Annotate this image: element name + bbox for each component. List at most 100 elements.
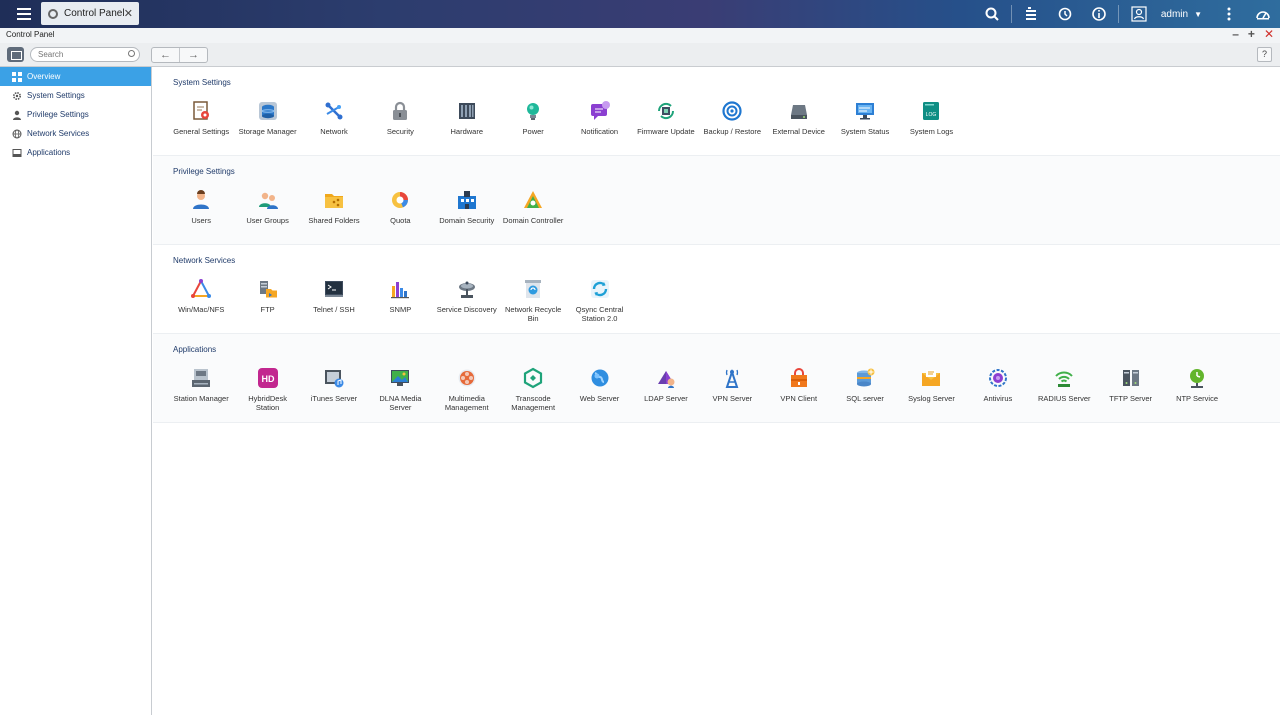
app-ntp-service[interactable]: NTP Service: [1164, 367, 1230, 412]
app-system-status[interactable]: System Status: [832, 100, 898, 136]
logs-glyph: LOG: [926, 112, 937, 118]
app-system-logs[interactable]: LOG System Logs: [898, 100, 964, 136]
app-shared-folders[interactable]: Shared Folders: [301, 189, 367, 225]
triangle-network-icon: [190, 278, 212, 300]
sidebar-item-applications[interactable]: Applications: [0, 143, 151, 162]
close-tab-icon[interactable]: ✕: [124, 7, 133, 20]
maximize-icon[interactable]: +: [1248, 28, 1255, 41]
vpn-client-icon: [788, 367, 810, 389]
app-domain-controller[interactable]: Domain Controller: [500, 189, 566, 225]
app-ldap-server[interactable]: LDAP Server: [633, 367, 699, 412]
sidebar-item-system-settings[interactable]: System Settings: [0, 86, 151, 105]
app-label: Telnet / SSH: [313, 305, 355, 314]
app-snmp[interactable]: SNMP: [367, 278, 433, 323]
sidebar-item-label: Applications: [27, 148, 71, 157]
app-label: Security: [386, 127, 414, 136]
user-groups-icon: [257, 189, 279, 211]
app-firmware-update[interactable]: Firmware Update: [633, 100, 699, 136]
app-general-settings[interactable]: General Settings: [168, 100, 234, 136]
ldap-server-icon: [655, 367, 677, 389]
pie-chart-icon: [389, 189, 411, 211]
ftp-icon: [257, 278, 279, 300]
app-label: HybridDesk Station: [248, 394, 287, 412]
app-label: iTunes Server: [310, 394, 358, 403]
app-vpn-client[interactable]: VPN Client: [766, 367, 832, 412]
hybriddesk-icon: HD: [257, 367, 279, 389]
app-label: SQL server: [846, 394, 884, 403]
divider: [1117, 5, 1119, 23]
app-storage-manager[interactable]: Storage Manager: [234, 100, 300, 136]
app-label: SNMP: [389, 305, 412, 314]
app-network[interactable]: Network: [301, 100, 367, 136]
app-transcode-management[interactable]: Transcode Management: [500, 367, 566, 412]
app-radius-server[interactable]: RADIUS Server: [1031, 367, 1097, 412]
app-power[interactable]: Power: [500, 100, 566, 136]
app-backup-restore[interactable]: Backup / Restore: [699, 100, 765, 136]
minimize-icon[interactable]: –: [1232, 28, 1239, 41]
app-external-device[interactable]: External Device: [766, 100, 832, 136]
app-network-recycle-bin[interactable]: Network Recycle Bin: [500, 278, 566, 323]
app-label: Backup / Restore: [703, 127, 762, 136]
background-tasks-button[interactable]: [1014, 0, 1048, 28]
app-sql-server[interactable]: SQL server: [832, 367, 898, 412]
dashboard-button[interactable]: [1246, 0, 1280, 28]
forward-button[interactable]: →: [180, 48, 207, 62]
app-users[interactable]: Users: [168, 189, 234, 225]
app-syslog-server[interactable]: Syslog Server: [898, 367, 964, 412]
app-label: VPN Server: [712, 394, 753, 403]
app-label: Firmware Update: [637, 127, 695, 136]
app-qsync-central-station[interactable]: Qsync Central Station 2.0: [566, 278, 632, 323]
username: admin: [1160, 8, 1189, 20]
app-label: LDAP Server: [644, 394, 688, 403]
user-menu[interactable]: admin ▼: [1121, 0, 1212, 28]
app-security[interactable]: Security: [367, 100, 433, 136]
window-title: Control Panel: [6, 30, 55, 39]
app-service-discovery[interactable]: Service Discovery: [434, 278, 500, 323]
app-domain-security[interactable]: Domain Security: [434, 189, 500, 225]
app-telnet-ssh[interactable]: Telnet / SSH: [301, 278, 367, 323]
app-label: Users: [191, 216, 211, 225]
info-icon: [1092, 7, 1106, 21]
app-win-mac-nfs[interactable]: Win/Mac/NFS: [168, 278, 234, 323]
app-label: General Settings: [173, 127, 230, 136]
app-dlna-media-server[interactable]: DLNA Media Server: [367, 367, 433, 412]
notification-icon: [589, 100, 611, 122]
domain-controller-icon: [522, 189, 544, 211]
back-button[interactable]: ←: [152, 48, 180, 62]
app-multimedia-management[interactable]: Multimedia Management: [434, 367, 500, 412]
sidebar-item-privilege-settings[interactable]: Privilege Settings: [0, 105, 151, 124]
app-station-manager[interactable]: Station Manager: [168, 367, 234, 412]
search-input[interactable]: [30, 47, 140, 62]
app-vpn-server[interactable]: VPN Server: [699, 367, 765, 412]
sidebar-item-network-services[interactable]: Network Services: [0, 124, 151, 143]
transcode-icon: [522, 367, 544, 389]
network-icon: [323, 100, 345, 122]
app-notification[interactable]: Notification: [566, 100, 632, 136]
gear-icon: [12, 91, 22, 101]
general-settings-icon: [190, 100, 212, 122]
app-hardware[interactable]: Hardware: [434, 100, 500, 136]
toggle-sidebar-button[interactable]: [7, 47, 24, 62]
more-options-button[interactable]: [1212, 0, 1246, 28]
search-button[interactable]: [975, 0, 1009, 28]
app-antivirus[interactable]: Antivirus: [965, 367, 1031, 412]
section-title: Network Services: [173, 256, 236, 265]
close-icon[interactable]: ✕: [1264, 28, 1274, 41]
event-notifications-button[interactable]: [1082, 0, 1116, 28]
app-hybriddesk-station[interactable]: HD HybridDesk Station: [234, 367, 300, 412]
hardware-icon: [456, 100, 478, 122]
app-itunes-server[interactable]: iTunes Server: [301, 367, 367, 412]
app-user-groups[interactable]: User Groups: [234, 189, 300, 225]
app-tftp-server[interactable]: TFTP Server: [1097, 367, 1163, 412]
sidebar-item-overview[interactable]: Overview: [0, 67, 151, 86]
app-web-server[interactable]: Web Server: [566, 367, 632, 412]
search-icon: [985, 7, 999, 21]
app-quota[interactable]: Quota: [367, 189, 433, 225]
help-button[interactable]: ?: [1257, 47, 1272, 62]
storage-manager-icon: [257, 100, 279, 122]
navigation-buttons: ← →: [151, 47, 208, 63]
external-device-button[interactable]: [1048, 0, 1082, 28]
app-tab-control-panel[interactable]: Control Panel ✕: [41, 2, 139, 25]
app-ftp[interactable]: FTP: [234, 278, 300, 323]
globe-icon: [589, 367, 611, 389]
